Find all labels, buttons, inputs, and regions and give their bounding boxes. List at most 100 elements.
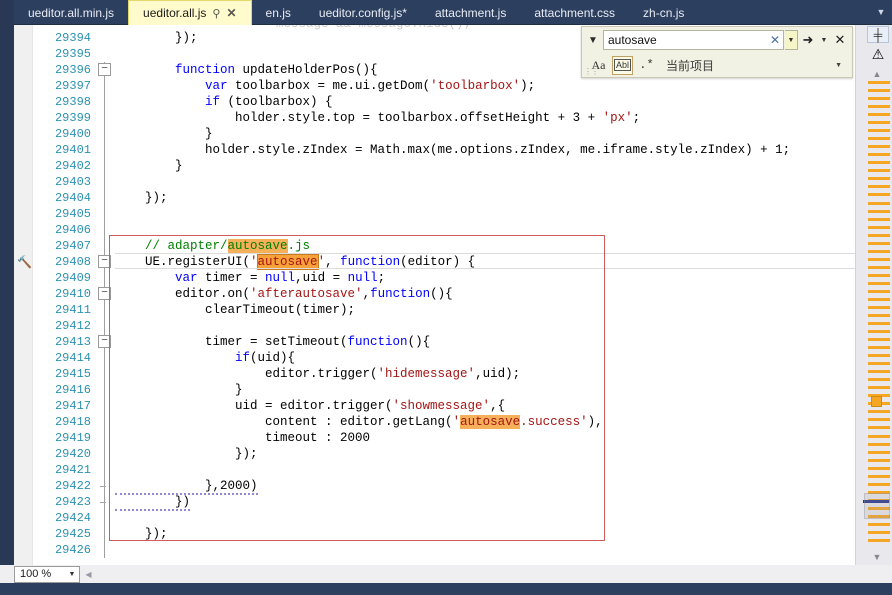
find-next-arrow-right-icon[interactable]: ➜ [798, 32, 818, 48]
fold-toggle-icon[interactable]: − [98, 335, 111, 348]
split-window-icon[interactable]: ╪ [867, 26, 889, 43]
line-number: 29394 [54, 31, 91, 45]
tab-ueditor-all-min-js[interactable]: ueditor.all.min.js [14, 0, 128, 25]
find-panel-grip[interactable]: ⋮⋮ [584, 67, 599, 76]
search-match-marker [868, 202, 890, 205]
left-dock-strip[interactable]: 服务器资源管理器 工具箱 [0, 0, 14, 583]
line-number: 29398 [54, 95, 91, 109]
tab-label: ueditor.config.js* [318, 5, 407, 20]
tab-zh-cn-js[interactable]: zh-cn.js [629, 0, 698, 25]
search-match-marker [868, 185, 890, 188]
fold-toggle-icon[interactable]: − [98, 287, 111, 300]
close-icon[interactable]: ✕ [226, 6, 236, 20]
partial-top-line: message && message.hide(); [216, 25, 471, 31]
code-line[interactable]: }); [115, 30, 198, 46]
tab-attachment-js[interactable]: attachment.js [421, 0, 520, 25]
code-line[interactable]: content : editor.getLang('autosave.succe… [115, 414, 603, 430]
code-line[interactable]: editor.on('afterautosave',function(){ [115, 286, 453, 302]
clear-search-close-icon[interactable]: ✕ [767, 33, 783, 47]
fold-toggle-icon[interactable]: − [98, 255, 111, 268]
search-scope-chevron-down-icon[interactable]: ▼ [835, 62, 846, 69]
search-match-marker [868, 539, 890, 542]
horizontal-scrollbar[interactable]: ◀ [82, 567, 855, 581]
code-token: editor.on( [115, 287, 251, 301]
code-line[interactable]: holder.style.top = toolbarbox.offsetHeig… [115, 110, 640, 126]
find-replace-panel[interactable]: ▼ ✕ ▼ ➜ ▼ ✕ Aa Abl .* 当前项目 ▼ ⋮⋮ [581, 26, 853, 78]
scroll-left-chevron-left-icon[interactable]: ◀ [82, 570, 95, 579]
code-line[interactable]: function updateHolderPos(){ [115, 62, 378, 78]
search-history-chevron-down-icon[interactable]: ▼ [785, 30, 798, 50]
tab-overflow-chevron-down-icon[interactable]: ▼ [870, 0, 892, 24]
code-token: , [362, 287, 371, 301]
code-line[interactable]: holder.style.zIndex = Math.max(me.option… [115, 142, 790, 158]
code-line[interactable]: timeout : 2000 [115, 430, 370, 446]
code-token: function [347, 335, 408, 349]
tab-ueditor-all-js[interactable]: ueditor.all.js ⚲ ✕ [128, 0, 252, 25]
zoom-level-combobox[interactable]: 100 % ▼ [14, 565, 80, 583]
search-match-marker [868, 370, 890, 373]
code-line[interactable]: } [115, 158, 183, 174]
code-line[interactable]: }); [115, 190, 168, 206]
bookmark-hammer-icon[interactable]: 🔨 [16, 254, 33, 270]
code-line[interactable]: clearTimeout(timer); [115, 302, 355, 318]
tab-attachment-css[interactable]: attachment.css [520, 0, 629, 25]
search-match-marker [868, 330, 890, 333]
fold-toggle-icon[interactable]: − [98, 63, 111, 76]
line-number: 29401 [54, 143, 91, 157]
code-line[interactable]: if (toolbarbox) { [115, 94, 333, 110]
code-text-area[interactable]: message && message.hide(); }); function … [115, 25, 855, 565]
search-match-marker [868, 451, 890, 454]
tab-ueditor-config-js[interactable]: ueditor.config.js* [305, 0, 421, 25]
code-line[interactable]: }); [115, 446, 258, 462]
scroll-up-chevron-up-icon[interactable]: ▲ [865, 67, 889, 80]
close-find-close-icon[interactable]: ✕ [830, 32, 850, 48]
code-line[interactable]: editor.trigger('hidemessage',uid); [115, 366, 520, 382]
search-match-marker [868, 322, 890, 325]
pin-icon[interactable]: ⚲ [212, 7, 220, 20]
search-match-marker [868, 266, 890, 269]
tab-label: ueditor.all.min.js [28, 5, 115, 20]
tab-label: zh-cn.js [643, 5, 685, 20]
editor-indicator-margin[interactable]: 🔨 [14, 25, 33, 565]
search-match-marker [868, 354, 890, 357]
code-line[interactable]: uid = editor.trigger('showmessage',{ [115, 398, 505, 414]
code-line[interactable]: } [115, 382, 243, 398]
zoom-chevron-down-icon[interactable]: ▼ [65, 571, 79, 578]
expand-find-chevron-down-icon[interactable]: ▼ [584, 35, 602, 46]
search-match-marker [868, 418, 890, 421]
code-token: autosave [460, 415, 521, 429]
code-token: function [175, 63, 236, 77]
warning-triangle-icon[interactable]: ⚠ [869, 46, 887, 63]
code-line[interactable]: var timer = null,uid = null; [115, 270, 385, 286]
tab-en-js[interactable]: en.js [252, 0, 305, 25]
code-line[interactable]: UE.registerUI('autosave', function(edito… [115, 254, 475, 270]
use-regex-button[interactable]: .* [636, 56, 657, 75]
scroll-down-chevron-down-icon[interactable]: ▼ [865, 550, 889, 563]
tab-label: en.js [265, 5, 291, 20]
code-editor[interactable]: 🔨 29394 29395 29396 29397 29398 29399 29400 294… [14, 25, 855, 565]
scrollbar-track[interactable] [863, 81, 890, 547]
code-line[interactable]: }); [115, 526, 168, 542]
code-line[interactable]: },2000) [115, 478, 258, 495]
search-match-marker [868, 250, 890, 253]
find-next-options-chevron-down-icon[interactable]: ▼ [818, 37, 830, 44]
match-whole-word-button[interactable]: Abl [612, 55, 633, 75]
search-match-marker [868, 193, 890, 196]
zoom-level-value: 100 % [20, 568, 52, 580]
search-match-marker [868, 89, 890, 92]
line-number: 29414 [54, 351, 91, 365]
code-folding-margin[interactable]: − − − − [95, 25, 115, 565]
code-line[interactable]: if(uid){ [115, 350, 295, 366]
code-line[interactable]: var toolbarbox = me.ui.getDom('toolbarbo… [115, 78, 535, 94]
vertical-scrollbar[interactable]: ╪ ⚠ ▲ ▼ [855, 25, 892, 565]
code-line[interactable]: timer = setTimeout(function(){ [115, 334, 430, 350]
code-token: } [115, 127, 213, 141]
code-line[interactable]: } [115, 126, 213, 142]
search-input[interactable] [604, 31, 767, 49]
code-line[interactable]: // adapter/autosave.js [115, 238, 310, 254]
line-number: 29422 [54, 479, 91, 493]
code-token: if [205, 95, 221, 109]
code-line[interactable]: }) [115, 494, 191, 511]
scrollbar-thumb[interactable] [864, 493, 890, 519]
